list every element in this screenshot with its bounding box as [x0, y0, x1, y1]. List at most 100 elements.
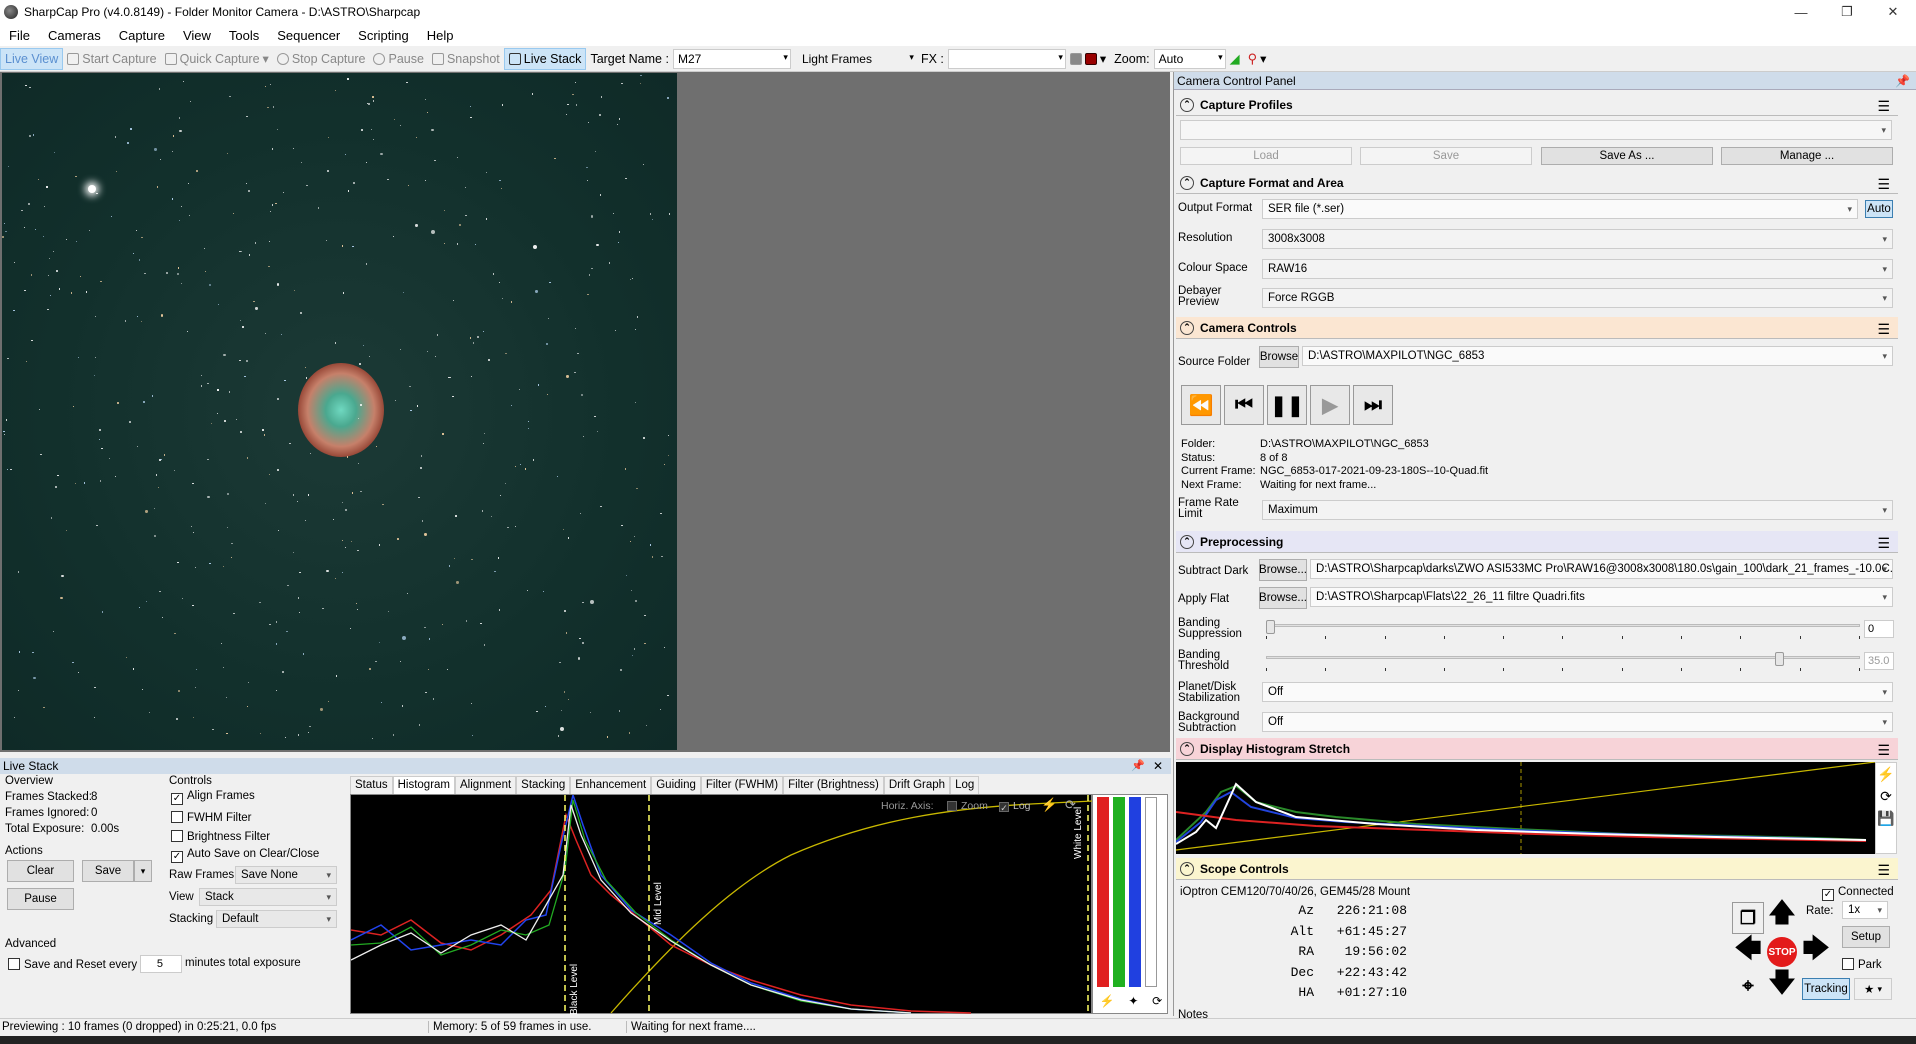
tab-log[interactable]: Log: [950, 776, 980, 794]
save-reset-checkbox[interactable]: Save and Reset every: [8, 958, 137, 971]
color-tools[interactable]: ▾: [1066, 48, 1110, 70]
collapse-icon[interactable]: ⌃: [1180, 97, 1194, 112]
apply-flat-browse-button[interactable]: Browse...: [1259, 587, 1307, 609]
resolution-combo[interactable]: 3008x3008 ▾: [1262, 229, 1893, 249]
save-icon[interactable]: 💾: [1876, 807, 1896, 829]
collapse-icon[interactable]: ⌃: [1180, 741, 1194, 756]
save-reset-minutes[interactable]: 5: [140, 955, 182, 973]
close-icon[interactable]: ✕: [1153, 758, 1163, 774]
tab-histogram[interactable]: Histogram: [392, 776, 456, 794]
banding-supp-slider[interactable]: [1266, 620, 1860, 644]
blue-level-bar[interactable]: [1129, 797, 1141, 987]
section-capture-profiles[interactable]: ⌃ Capture Profiles ☰: [1176, 94, 1898, 116]
capture-profile-combo[interactable]: ▾: [1180, 120, 1892, 140]
lightning-icon[interactable]: ⚡: [1041, 798, 1057, 811]
save-profile-button[interactable]: Save: [1360, 147, 1532, 165]
menu-file[interactable]: File: [0, 28, 39, 43]
live-stack-histogram[interactable]: Black Level Mid Level White Level Horiz.…: [350, 792, 1094, 1015]
pause-button[interactable]: Pause: [369, 48, 427, 70]
background-subtraction-combo[interactable]: Off ▾: [1262, 712, 1893, 732]
star-dropdown-button[interactable]: ★ ▾: [1854, 978, 1892, 1000]
banding-supp-value[interactable]: 0: [1864, 620, 1894, 638]
lightning-icon[interactable]: ⚡: [1100, 994, 1115, 1008]
manage-profiles-button[interactable]: Manage ...: [1721, 147, 1893, 165]
play-button[interactable]: ▶: [1310, 385, 1350, 425]
next-frame-button[interactable]: ⏭: [1353, 385, 1393, 425]
tab-guiding[interactable]: Guiding: [651, 776, 701, 794]
rate-combo[interactable]: 1x ▾: [1842, 901, 1888, 919]
zoom-checkbox[interactable]: Zoom: [947, 801, 988, 812]
magnifier-tool-button[interactable]: ⚲ ▾: [1244, 48, 1271, 70]
star-icon[interactable]: ✦: [1128, 994, 1138, 1008]
setup-button[interactable]: Setup: [1842, 926, 1890, 948]
histogram-tool-button[interactable]: ◢: [1226, 48, 1244, 70]
tab-filter-fwhm[interactable]: Filter (FWHM): [700, 776, 784, 794]
south-button[interactable]: 🡇: [1766, 967, 1798, 1002]
brightness-filter-checkbox[interactable]: Brightness Filter: [171, 830, 270, 843]
frame-type-combo[interactable]: Light Frames ▾: [796, 48, 917, 69]
menu-view[interactable]: View: [174, 28, 220, 43]
apply-flat-combo[interactable]: D:\ASTRO\Sharpcap\Flats\22_26_11 filtre …: [1310, 587, 1893, 607]
section-preprocessing[interactable]: ⌃ Preprocessing ☰: [1176, 531, 1898, 553]
tab-alignment[interactable]: Alignment: [455, 776, 517, 794]
fwhm-filter-checkbox[interactable]: FWHM Filter: [171, 811, 252, 824]
menu-help[interactable]: Help: [418, 28, 463, 43]
green-level-bar[interactable]: [1113, 797, 1125, 987]
hamburger-menu-icon[interactable]: ☰: [1877, 98, 1890, 115]
log-checkbox[interactable]: ✓ Log: [999, 801, 1031, 813]
tab-enhancement[interactable]: Enhancement: [570, 776, 652, 794]
collapse-icon[interactable]: ⌃: [1180, 320, 1194, 335]
tab-filter-brightness[interactable]: Filter (Brightness): [783, 776, 884, 794]
frame-rate-combo[interactable]: Maximum ▾: [1262, 500, 1893, 520]
lightning-icon[interactable]: ⚡: [1876, 763, 1896, 785]
debayer-combo[interactable]: Force RGGB ▾: [1262, 288, 1893, 308]
subtract-dark-browse-button[interactable]: Browse...: [1259, 559, 1307, 581]
close-button[interactable]: ✕: [1870, 0, 1916, 24]
section-capture-format[interactable]: ⌃ Capture Format and Area ☰: [1176, 172, 1898, 194]
clear-button[interactable]: Clear: [7, 860, 74, 882]
colour-space-combo[interactable]: RAW16 ▾: [1262, 259, 1893, 279]
planet-stabilization-combo[interactable]: Off ▾: [1262, 682, 1893, 702]
align-frames-checkbox[interactable]: ✓ Align Frames: [171, 790, 255, 805]
subtract-dark-combo[interactable]: D:\ASTRO\Sharpcap\darks\ZWO ASI533MC Pro…: [1310, 559, 1893, 579]
live-stack-button[interactable]: Live Stack: [503, 47, 587, 70]
west-button[interactable]: 🡆: [1800, 933, 1832, 968]
previous-frame-button[interactable]: ⏮: [1224, 385, 1264, 425]
tab-status[interactable]: Status: [350, 776, 393, 794]
banding-thresh-slider[interactable]: [1266, 652, 1860, 676]
stop-capture-button[interactable]: Stop Capture: [273, 48, 370, 70]
tracking-button[interactable]: Tracking: [1802, 978, 1850, 1000]
output-format-combo[interactable]: SER file (*.ser) ▾: [1262, 199, 1858, 219]
live-view-button[interactable]: Live View: [0, 47, 64, 70]
hamburger-menu-icon[interactable]: ☰: [1877, 742, 1890, 759]
slider-thumb[interactable]: [1774, 652, 1784, 666]
save-options-button[interactable]: ▾: [134, 860, 152, 882]
banding-thresh-value[interactable]: 35.0: [1864, 652, 1894, 670]
save-as-profile-button[interactable]: Save As ...: [1541, 147, 1713, 165]
view-combo[interactable]: Stack ▾: [199, 888, 337, 906]
hamburger-menu-icon[interactable]: ☰: [1877, 321, 1890, 338]
target-name-combo[interactable]: M27 ▾: [672, 48, 791, 69]
section-camera-controls[interactable]: ⌃ Camera Controls ☰: [1176, 317, 1898, 339]
stacking-combo[interactable]: Default ▾: [216, 910, 337, 928]
collapse-icon[interactable]: ⌃: [1180, 534, 1194, 549]
level-sliders[interactable]: ⚡ ✦ ⟳: [1092, 794, 1168, 1014]
fx-combo[interactable]: ▾: [947, 48, 1066, 69]
reset-icon[interactable]: ⟳: [1152, 994, 1162, 1008]
menu-cameras[interactable]: Cameras: [39, 28, 110, 43]
pin-icon[interactable]: 📌: [1131, 758, 1145, 774]
minimize-button[interactable]: —: [1778, 0, 1824, 24]
north-button[interactable]: 🡅: [1766, 897, 1798, 932]
snapshot-button[interactable]: Snapshot: [428, 48, 504, 70]
section-scope-controls[interactable]: ⌃ Scope Controls ☰: [1176, 858, 1898, 880]
source-browse-button[interactable]: Browse: [1259, 346, 1299, 368]
pause-playback-button[interactable]: ❚❚: [1267, 385, 1307, 425]
tab-stacking[interactable]: Stacking: [516, 776, 571, 794]
connected-checkbox[interactable]: ✓ Connected: [1822, 886, 1894, 901]
pause-stack-button[interactable]: Pause: [7, 888, 74, 910]
menu-capture[interactable]: Capture: [110, 28, 174, 43]
maximize-button[interactable]: ❐: [1824, 0, 1870, 24]
hamburger-menu-icon[interactable]: ☰: [1877, 535, 1890, 552]
menu-tools[interactable]: Tools: [220, 28, 268, 43]
menu-scripting[interactable]: Scripting: [349, 28, 418, 43]
